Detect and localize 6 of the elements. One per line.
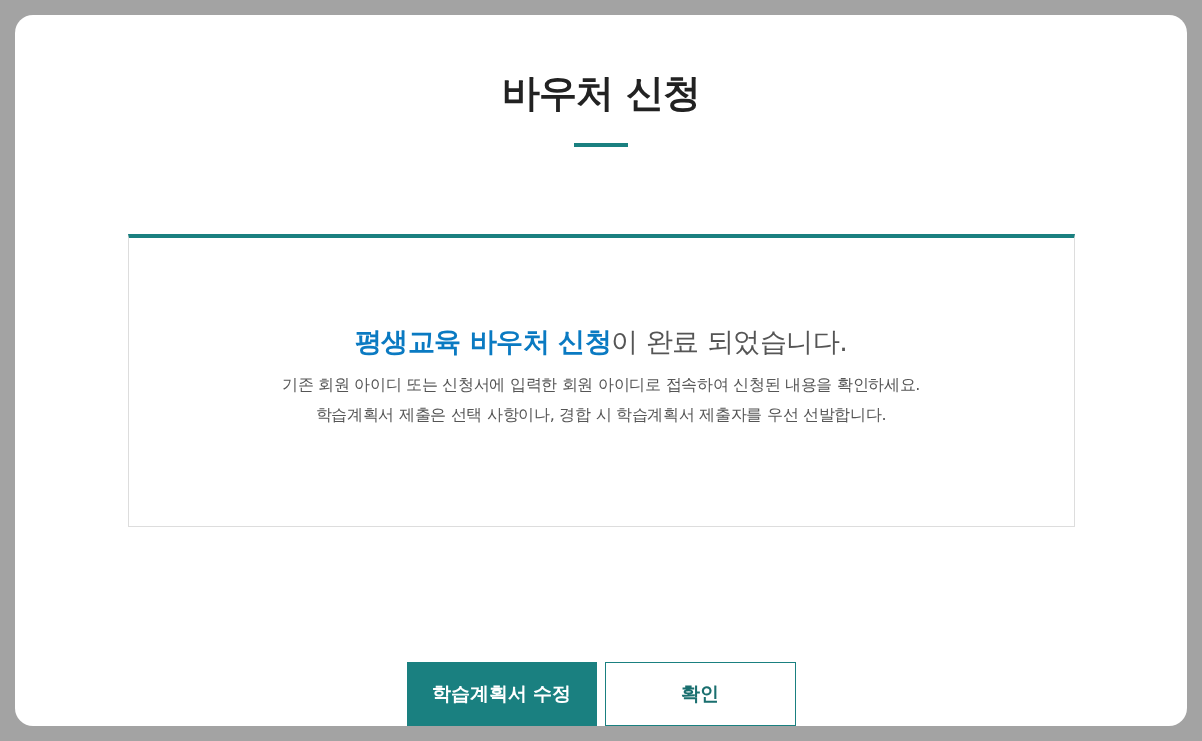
- confirm-button[interactable]: 확인: [604, 662, 796, 726]
- info-text: 학습계획서 제출은 선택 사항이나, 경합 시 학습계획서 제출자를 우선 선발합니다.: [315, 403, 887, 426]
- info-text: 기존 회원 아이디 또는 신청서에 입력한 회원 아이디로 접속하여 신청된 내용을 확인하세요.: [281, 373, 921, 396]
- edit-plan-button[interactable]: 학습계획서 수정: [406, 662, 597, 726]
- dialog-title: 바우처 신청: [502, 73, 700, 115]
- completion-headline: 평생교육 바우처 신청이 완료 되었습니다.: [354, 324, 848, 359]
